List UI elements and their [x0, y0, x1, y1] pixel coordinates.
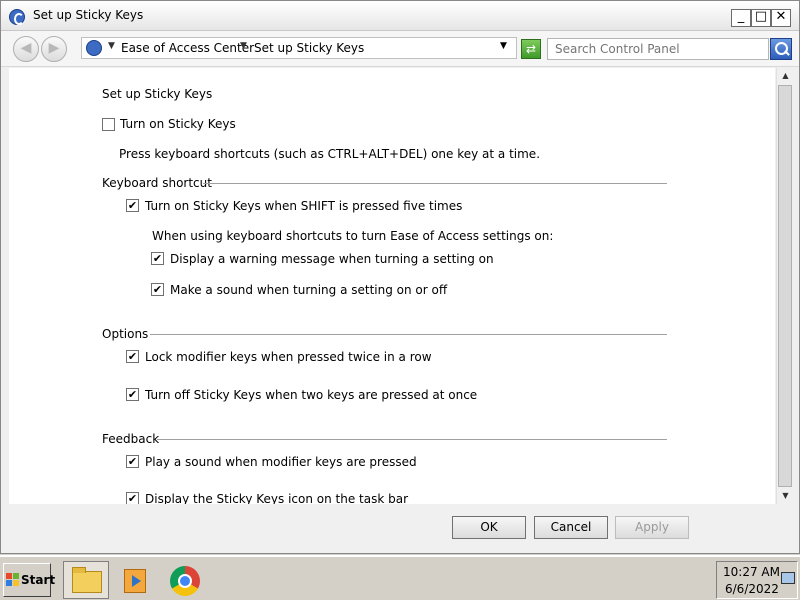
system-tray: 10:27 AM 6/6/2022 [716, 561, 798, 599]
taskbar: Start 10:27 AM 6/6/2022 [0, 555, 800, 600]
sticky-keys-window: Set up Sticky Keys _ □ ✕ ◀ ▶ ▼ Ease of A… [0, 0, 800, 554]
ok-button[interactable]: OK [452, 516, 526, 539]
lock-modifier-keys-checkbox[interactable]: ✔ [126, 350, 139, 363]
control-panel-icon [86, 40, 102, 56]
back-button[interactable]: ◀ [13, 36, 39, 62]
breadcrumb[interactable]: ▼ Ease of Access Center ▼ Set up Sticky … [81, 37, 517, 59]
folder-icon [72, 567, 102, 593]
title-bar[interactable]: Set up Sticky Keys _ □ ✕ [1, 1, 799, 31]
section-divider [203, 183, 667, 184]
feedback-section-title: Feedback [102, 432, 160, 446]
play-sound-label[interactable]: Play a sound when modifier keys are pres… [145, 455, 417, 469]
page-title: Set up Sticky Keys [102, 87, 213, 101]
taskbar-chrome-button[interactable] [164, 561, 210, 599]
ease-of-access-icon [9, 9, 25, 25]
forward-button[interactable]: ▶ [41, 36, 67, 62]
chrome-icon [170, 566, 200, 596]
vertical-scrollbar[interactable]: ▲ ▼ [776, 68, 793, 504]
cancel-button[interactable]: Cancel [534, 516, 608, 539]
clock-time[interactable]: 10:27 AM [723, 565, 780, 579]
settings-content: Set up Sticky Keys Turn on Sticky Keys P… [9, 68, 775, 504]
address-bar: ◀ ▶ ▼ Ease of Access Center ▼ Set up Sti… [1, 31, 799, 67]
shift-five-times-label[interactable]: Turn on Sticky Keys when SHIFT is presse… [145, 199, 462, 213]
search-box[interactable] [547, 38, 769, 60]
scroll-up-icon[interactable]: ▲ [777, 68, 794, 84]
make-sound-checkbox[interactable]: ✔ [151, 283, 164, 296]
scroll-down-icon[interactable]: ▼ [777, 488, 794, 504]
clock-date[interactable]: 6/6/2022 [725, 582, 779, 596]
shortcut-settings-subheading: When using keyboard shortcuts to turn Ea… [152, 229, 554, 243]
taskbar-media-player-button[interactable] [110, 561, 156, 599]
keyboard-shortcut-section-title: Keyboard shortcut [102, 176, 212, 190]
display-icon-label[interactable]: Display the Sticky Keys icon on the task… [145, 492, 408, 504]
options-section-title: Options [102, 327, 149, 341]
apply-button[interactable]: Apply [615, 516, 689, 539]
window-title: Set up Sticky Keys [33, 8, 144, 22]
maximize-button[interactable]: □ [751, 9, 771, 27]
search-input[interactable] [548, 39, 768, 59]
network-icon[interactable] [781, 572, 795, 584]
refresh-button[interactable]: ⇄ [521, 39, 541, 59]
turn-on-sticky-keys-label[interactable]: Turn on Sticky Keys [120, 117, 236, 131]
turn-off-two-keys-checkbox[interactable]: ✔ [126, 388, 139, 401]
search-icon[interactable] [770, 38, 792, 60]
turn-off-two-keys-label[interactable]: Turn off Sticky Keys when two keys are p… [145, 388, 477, 402]
section-divider [150, 334, 667, 335]
address-history-dropdown-icon[interactable]: ▼ [500, 41, 507, 51]
section-divider [157, 439, 667, 440]
shift-five-times-checkbox[interactable]: ✔ [126, 199, 139, 212]
breadcrumb-set-up-sticky-keys[interactable]: Set up Sticky Keys [254, 41, 364, 55]
play-sound-checkbox[interactable]: ✔ [126, 455, 139, 468]
lock-modifier-keys-label[interactable]: Lock modifier keys when pressed twice in… [145, 350, 432, 364]
make-sound-label[interactable]: Make a sound when turning a setting on o… [170, 283, 447, 297]
turn-on-sticky-keys-checkbox[interactable] [102, 118, 115, 131]
display-icon-checkbox[interactable]: ✔ [126, 492, 139, 504]
breadcrumb-dropdown-icon[interactable]: ▼ [240, 41, 247, 51]
breadcrumb-dropdown-icon[interactable]: ▼ [108, 41, 115, 51]
close-button[interactable]: ✕ [771, 9, 791, 27]
start-label: Start [21, 573, 56, 587]
media-player-icon [124, 569, 146, 593]
taskbar-explorer-button[interactable] [63, 561, 109, 599]
display-warning-checkbox[interactable]: ✔ [151, 252, 164, 265]
sticky-keys-description: Press keyboard shortcuts (such as CTRL+A… [119, 147, 541, 161]
start-button[interactable]: Start [3, 563, 55, 597]
display-warning-label[interactable]: Display a warning message when turning a… [170, 252, 494, 266]
windows-logo-icon [6, 573, 20, 587]
breadcrumb-ease-of-access-center[interactable]: Ease of Access Center [121, 41, 254, 55]
scroll-thumb[interactable] [778, 85, 792, 487]
minimize-button[interactable]: _ [731, 9, 751, 27]
